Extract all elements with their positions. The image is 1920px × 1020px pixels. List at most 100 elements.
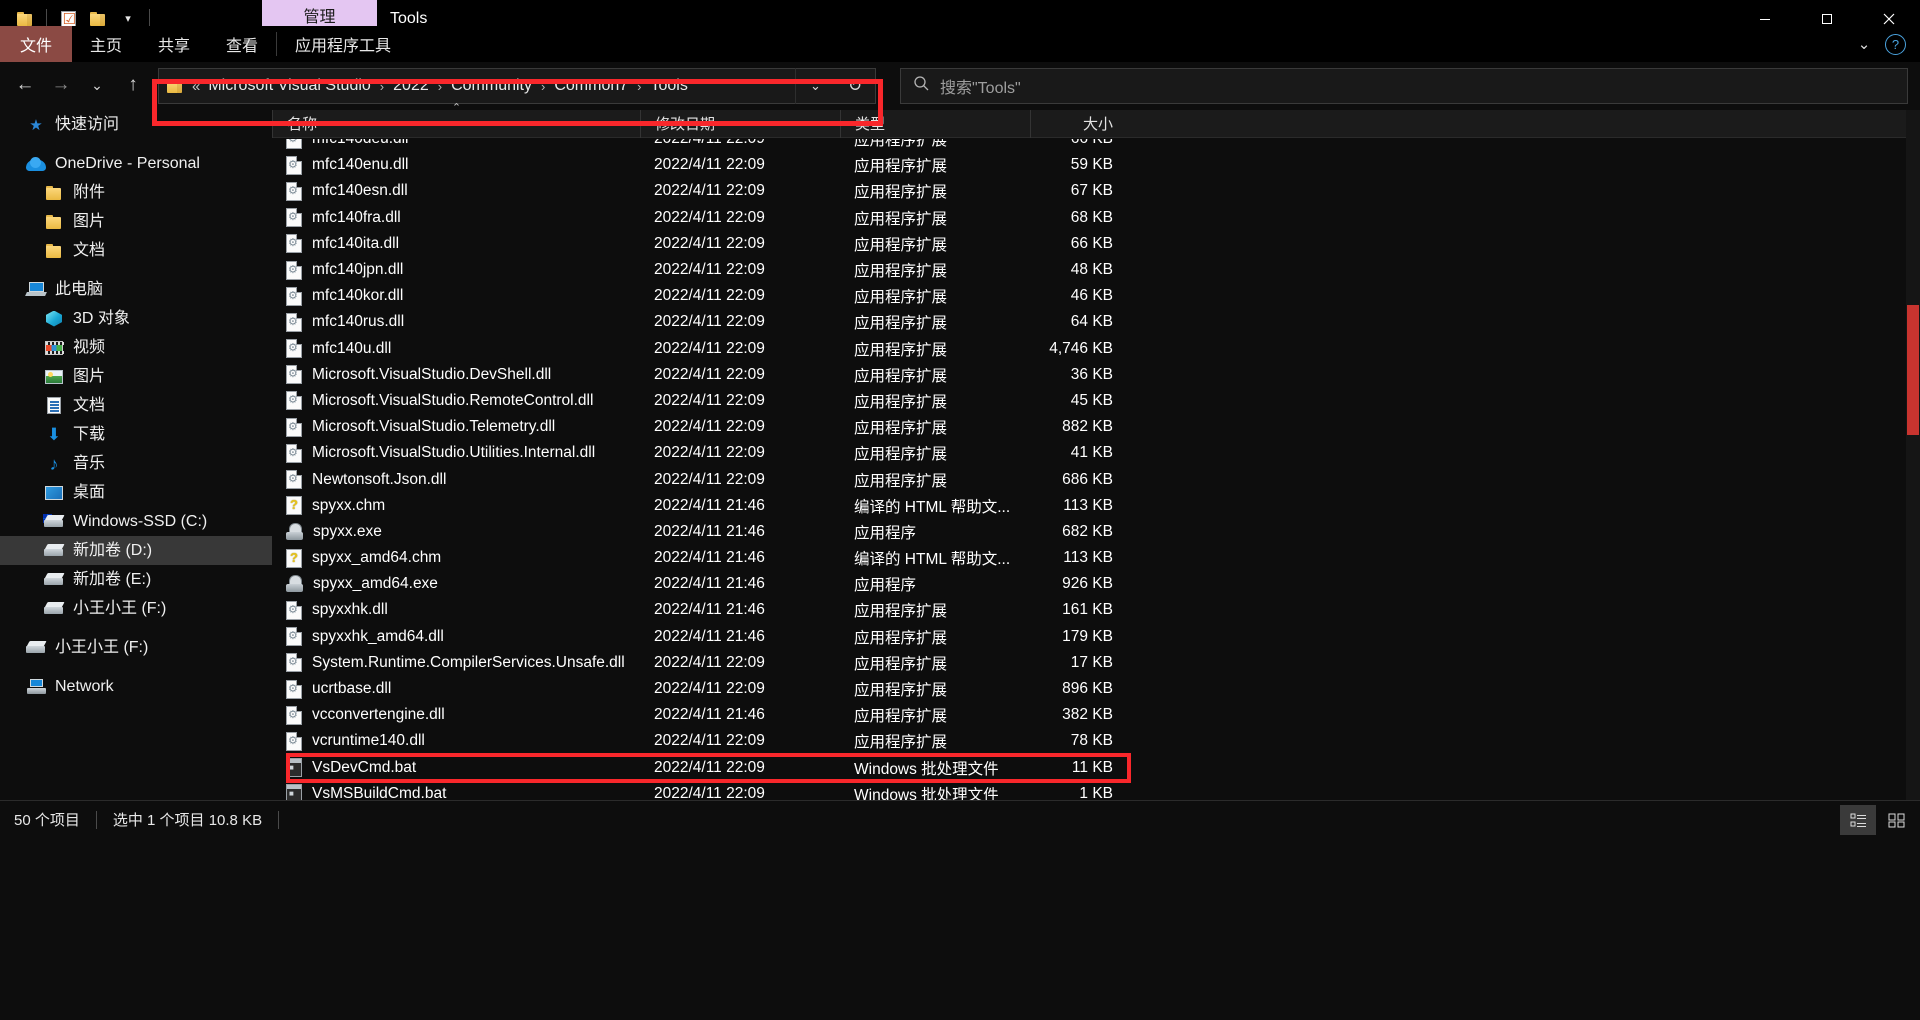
sidebar-item-onedrive-pictures[interactable]: 图片	[0, 207, 272, 236]
column-header-type[interactable]: 类型	[840, 109, 1030, 138]
breadcrumb-item-3[interactable]: Common7	[552, 77, 630, 95]
table-row[interactable]: Microsoft.VisualStudio.DevShell.dll 2022/…	[272, 362, 1920, 388]
tab-view[interactable]: 查看	[208, 26, 276, 62]
table-row[interactable]: VsDevCmd.bat 2022/4/11 22:09 Windows 批处理文件…	[272, 755, 1920, 781]
chevron-down-icon[interactable]: ⌄	[1851, 31, 1877, 57]
large-icons-view-icon[interactable]	[1878, 805, 1914, 835]
chevron-down-icon: ⌄	[91, 76, 103, 93]
breadcrumb-sep-1[interactable]: ›	[431, 79, 449, 94]
table-row[interactable]: System.Runtime.CompilerServices.Unsafe.d…	[272, 650, 1920, 676]
table-row[interactable]: VsMSBuildCmd.bat 2022/4/11 22:09 Windows 批…	[272, 781, 1920, 800]
breadcrumb-item-2[interactable]: Community	[449, 77, 534, 95]
sidebar-item-onedrive-documents[interactable]: 文档	[0, 236, 272, 265]
table-row[interactable]: Microsoft.VisualStudio.Utilities.Interna…	[272, 440, 1920, 466]
breadcrumb-item-1[interactable]: 2022	[391, 77, 431, 95]
table-row[interactable]: ucrtbase.dll 2022/4/11 22:09 应用程序扩展 896 KB	[272, 676, 1920, 702]
back-button[interactable]: ←	[8, 68, 42, 102]
file-type-cell: 应用程序扩展	[854, 184, 948, 202]
table-row[interactable]: mfc140rus.dll 2022/4/11 22:09 应用程序扩展 64 KB	[272, 309, 1920, 335]
sidebar-item-attachments[interactable]: 附件	[0, 178, 272, 207]
breadcrumb-sep-3[interactable]: ›	[630, 79, 648, 94]
refresh-button[interactable]: ↻	[835, 68, 875, 104]
sidebar-item-label: OneDrive - Personal	[55, 155, 200, 172]
sidebar-item-music[interactable]: ♪ 音乐	[0, 449, 272, 478]
sidebar-item-desktop[interactable]: 桌面	[0, 478, 272, 507]
table-row[interactable]: spyxxhk_amd64.dll 2022/4/11 21:46 应用程序扩展 17…	[272, 624, 1920, 650]
vertical-scrollbar[interactable]	[1906, 110, 1920, 800]
sidebar-item-windows-ssd-c[interactable]: Windows-SSD (C:)	[0, 507, 272, 536]
table-row[interactable]: mfc140fra.dll 2022/4/11 22:09 应用程序扩展 68 KB	[272, 205, 1920, 231]
videos-icon	[44, 338, 64, 358]
tab-application-tools-label: 应用程序工具	[295, 38, 392, 55]
recent-locations-button[interactable]: ⌄	[80, 68, 114, 102]
address-history-dropdown[interactable]: ⌄	[795, 68, 835, 104]
dll-file-icon	[286, 139, 302, 149]
sidebar-item-network[interactable]: Network	[0, 672, 272, 701]
scrollbar-thumb[interactable]	[1907, 305, 1919, 435]
table-row[interactable]: mfc140ita.dll 2022/4/11 22:09 应用程序扩展 66 KB	[272, 231, 1920, 257]
sidebar-item-volume-d[interactable]: 新加卷 (D:)	[0, 536, 272, 565]
sidebar-item-downloads[interactable]: ⬇ 下载	[0, 420, 272, 449]
forward-button[interactable]: →	[44, 68, 78, 102]
table-row[interactable]: spyxx_amd64.exe 2022/4/11 21:46 应用程序 926 KB	[272, 571, 1920, 597]
file-date-cell: 2022/4/11 22:09	[654, 208, 765, 226]
breadcrumb-sep-0[interactable]: ›	[373, 79, 391, 94]
navigation-pane[interactable]: ★ 快速访问 OneDrive - Personal 附件 图片 文档 此电脑 …	[0, 110, 272, 800]
file-name-cell: mfc140fra.dll	[272, 208, 640, 228]
table-row[interactable]: Microsoft.VisualStudio.Telemetry.dll 2022…	[272, 414, 1920, 440]
file-explorer-window: ☑ ▾ 管理 Tools 文件 主页 共享 查看 应用程序工具 ⌄ ? ← → …	[0, 0, 1920, 1020]
file-name-cell: spyxx_amd64.chm	[272, 548, 640, 568]
details-view-icon[interactable]	[1840, 805, 1876, 835]
file-date-cell: 2022/4/11 22:09	[654, 758, 765, 776]
sidebar-item-pictures[interactable]: 图片	[0, 362, 272, 391]
up-button[interactable]: ↑	[116, 68, 150, 102]
tab-home[interactable]: 主页	[72, 26, 140, 62]
breadcrumb-item-0[interactable]: Microsoft Visual Studio	[206, 77, 372, 95]
breadcrumb-item-4[interactable]: Tools	[648, 77, 689, 95]
file-name-cell: mfc140ita.dll	[272, 234, 640, 254]
file-name-text: mfc140deu.dll	[312, 139, 409, 148]
address-bar[interactable]: « Microsoft Visual Studio › 2022 › Commu…	[158, 68, 876, 104]
table-row[interactable]: mfc140deu.dll 2022/4/11 22:09 应用程序扩展 66 KB	[272, 139, 1920, 152]
sidebar-item-3d-objects[interactable]: 3D 对象	[0, 304, 272, 333]
table-row[interactable]: mfc140kor.dll 2022/4/11 22:09 应用程序扩展 46 KB	[272, 283, 1920, 309]
tab-share[interactable]: 共享	[140, 26, 208, 62]
tab-file[interactable]: 文件	[0, 26, 72, 62]
table-row[interactable]: mfc140enu.dll 2022/4/11 22:09 应用程序扩展 59 KB	[272, 152, 1920, 178]
breadcrumb-overflow[interactable]: «	[188, 78, 206, 95]
sidebar-item-quick-access[interactable]: ★ 快速访问	[0, 110, 272, 139]
forward-icon: →	[51, 74, 71, 95]
table-row[interactable]: mfc140jpn.dll 2022/4/11 22:09 应用程序扩展 48 KB	[272, 257, 1920, 283]
table-row[interactable]: spyxx.exe 2022/4/11 21:46 应用程序 682 KB	[272, 519, 1920, 545]
table-row[interactable]: spyxxhk.dll 2022/4/11 21:46 应用程序扩展 161 KB	[272, 597, 1920, 623]
column-header-size[interactable]: 大小	[1030, 109, 1125, 138]
file-size-cell: 1 KB	[1079, 784, 1113, 800]
sidebar-item-volume-f[interactable]: 小王小王 (F:)	[0, 633, 272, 662]
table-row[interactable]: spyxx.chm 2022/4/11 21:46 编译的 HTML 帮助文... 1…	[272, 493, 1920, 519]
file-size-cell: 67 KB	[1070, 182, 1113, 200]
table-row[interactable]: Newtonsoft.Json.dll 2022/4/11 22:09 应用程序扩展…	[272, 466, 1920, 492]
file-type-cell: 应用程序扩展	[854, 446, 948, 464]
sidebar-item-onedrive[interactable]: OneDrive - Personal	[0, 149, 272, 178]
table-row[interactable]: mfc140esn.dll 2022/4/11 22:09 应用程序扩展 67 KB	[272, 178, 1920, 204]
search-box[interactable]: 搜索"Tools"	[900, 68, 1908, 104]
table-row[interactable]: vcconvertengine.dll 2022/4/11 21:46 应用程序扩展…	[272, 702, 1920, 728]
table-row[interactable]: Microsoft.VisualStudio.RemoteControl.dll…	[272, 388, 1920, 414]
sidebar-item-documents[interactable]: 文档	[0, 391, 272, 420]
file-name-cell: mfc140u.dll	[272, 339, 640, 359]
sidebar-item-label: 图片	[73, 213, 106, 230]
breadcrumb-sep-2[interactable]: ›	[534, 79, 552, 94]
column-header-date[interactable]: 修改日期	[640, 109, 840, 138]
table-row[interactable]: vcruntime140.dll 2022/4/11 22:09 应用程序扩展 78 …	[272, 728, 1920, 754]
column-header-name[interactable]: ⌃ 名称	[272, 102, 640, 138]
sidebar-item-this-pc[interactable]: 此电脑	[0, 275, 272, 304]
tab-application-tools[interactable]: 应用程序工具	[277, 26, 409, 62]
sidebar-item-volume-e[interactable]: 新加卷 (E:)	[0, 565, 272, 594]
file-rows[interactable]: mfc140deu.dll2022/4/11 22:09应用程序扩展66 KBm…	[272, 139, 1920, 800]
file-name-text: spyxx.chm	[312, 496, 386, 514]
sidebar-item-volume-f-child[interactable]: 小王小王 (F:)	[0, 594, 272, 623]
sidebar-item-videos[interactable]: 视频	[0, 333, 272, 362]
help-icon[interactable]: ?	[1885, 33, 1906, 55]
table-row[interactable]: mfc140u.dll 2022/4/11 22:09 应用程序扩展 4,746 KB	[272, 336, 1920, 362]
table-row[interactable]: spyxx_amd64.chm 2022/4/11 21:46 编译的 HTML 帮…	[272, 545, 1920, 571]
